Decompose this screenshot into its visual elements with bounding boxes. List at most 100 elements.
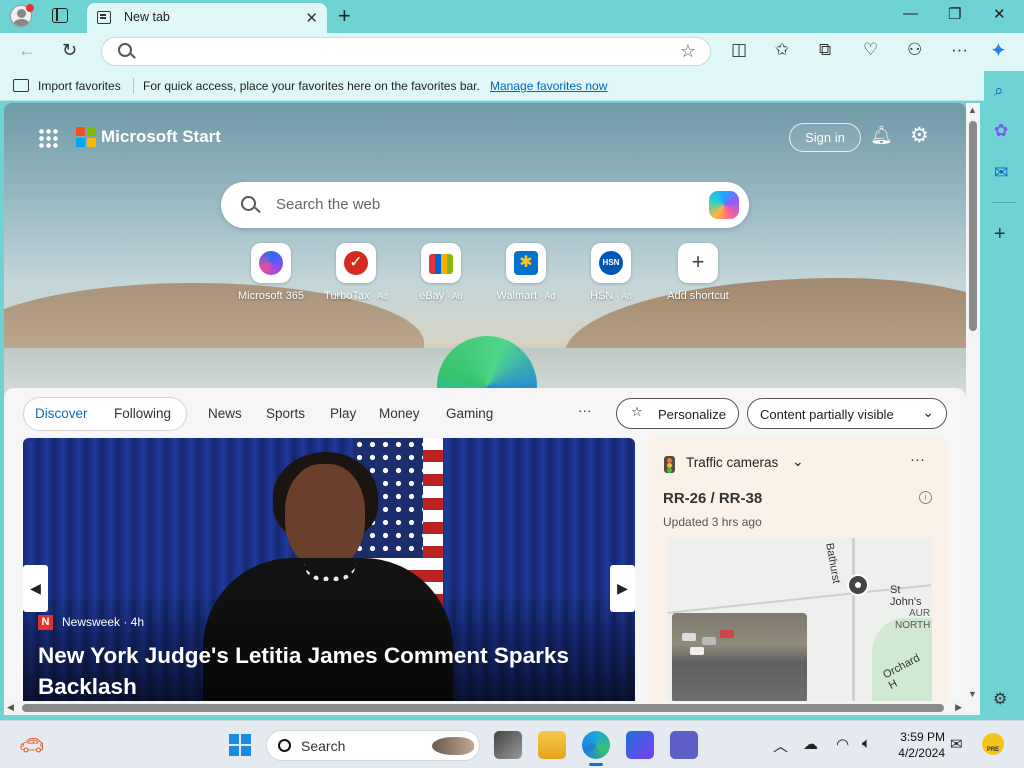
sign-in-button[interactable]: Sign in [789,123,861,152]
copilot-icon[interactable]: ✦ [990,38,1007,63]
favorites-icon[interactable]: ✩ [775,40,789,60]
hero-news-card[interactable]: ◀ ▶ N Newsweek · 4h New York Judge's Let… [23,438,635,701]
collections-icon[interactable]: ⧉ [819,40,831,60]
traffic-light-icon [664,456,675,473]
weather-widget-icon[interactable]: 🚗︎ [19,733,44,758]
map-label: St John's [890,584,922,608]
shortcut-label: Microsoft 365 [237,290,305,302]
sidebar-copilot-icon[interactable]: ✿ [994,121,1008,141]
tab-discover[interactable]: Discover [35,406,88,421]
scroll-up-icon[interactable]: ▲ [968,105,977,115]
favorite-star-icon[interactable]: ☆ [680,41,696,62]
more-icon[interactable]: ··· [951,40,968,60]
traffic-camera-image[interactable] [672,613,807,701]
vertical-scroll-thumb[interactable] [969,121,977,331]
address-bar[interactable]: ☆ [101,37,711,66]
shortcut-label: eBay [419,290,445,302]
import-favorites-icon[interactable] [13,79,29,92]
shortcut-walmart[interactable]: ✱ Walmart · Ad [481,243,571,302]
sidebar-settings-icon[interactable]: ⚙ [993,689,1007,709]
split-screen-icon[interactable]: ◫ [731,40,747,60]
brand-title[interactable]: Microsoft Start [101,127,221,147]
hsn-logo-icon: HSN [599,251,623,275]
browser-essentials-icon[interactable]: ♡ [863,40,878,60]
more-icon[interactable]: ··· [910,451,925,468]
taskbar-search-box[interactable]: Search [266,730,480,761]
sidebar-outlook-icon[interactable]: ✉ [994,163,1008,183]
back-icon[interactable]: ← [18,40,36,61]
scroll-left-icon[interactable]: ◀ [7,702,14,713]
previous-arrow-icon[interactable]: ◀ [23,565,48,612]
preview-badge-icon[interactable]: PRE [982,733,1004,755]
copilot-icon[interactable] [709,191,739,219]
card-title[interactable]: Traffic cameras [686,455,778,470]
refresh-icon[interactable]: ↻ [62,40,77,61]
info-icon[interactable]: i [919,491,932,504]
next-arrow-icon[interactable]: ▶ [610,565,635,612]
scroll-down-icon[interactable]: ▼ [968,689,977,699]
teams-icon[interactable] [670,731,698,759]
camera-pin-icon[interactable] [847,574,869,596]
article-headline[interactable]: New York Judge's Letitia James Comment S… [38,640,598,701]
clock-date: 4/2/2024 [898,746,945,760]
shortcut-microsoft-365[interactable]: Microsoft 365 [226,243,316,302]
extensions-icon[interactable]: ⚇ [907,40,922,60]
import-favorites-button[interactable]: Import favorites [38,79,121,93]
horizontal-scrollbar[interactable]: ◀ ▶ [4,701,980,715]
bell-icon[interactable]: 🔔︎ [870,125,893,146]
chevron-down-icon[interactable]: ⌄ [792,453,804,470]
add-tab-icon[interactable]: + [338,3,351,29]
file-explorer-icon[interactable] [538,731,566,759]
map-label: NORTH [895,620,931,631]
active-app-indicator [589,763,603,766]
windows-taskbar: 🚗︎ Search ︿ ☁ ◠ 🔈︎ 3:59 PM 4/2/2024 ✉ PR… [0,720,1024,768]
search-placeholder: Search the web [276,196,381,213]
tab-following[interactable]: Following [114,406,171,421]
tab-sports[interactable]: Sports [266,406,305,421]
edge-sidebar: ⌕ ✿ ✉ + [984,71,1024,721]
sidebar-add-icon[interactable]: + [994,223,1006,246]
web-search-box[interactable]: Search the web [221,182,749,228]
tab-money[interactable]: Money [379,406,420,421]
new-tab-page-icon [97,11,111,24]
close-tab-icon[interactable]: ✕ [305,9,318,27]
shortcut-ebay[interactable]: eBay · Ad [396,243,486,302]
wifi-icon[interactable]: ◠ [836,735,849,753]
sidebar-search-icon[interactable]: ⌕ [994,81,1004,101]
personalize-button[interactable]: ☆ Personalize [616,398,739,429]
clock-time: 3:59 PM [900,730,945,744]
restore-icon[interactable]: ❐ [948,5,961,23]
windows-start-icon[interactable] [229,734,251,756]
shortcut-hsn[interactable]: HSN HSN · Ad [566,243,656,302]
divider [133,78,134,94]
tab-gaming[interactable]: Gaming [446,406,493,421]
notifications-icon[interactable]: ✉ [950,735,963,753]
network-icon[interactable]: ☁ [803,735,818,753]
microsoft-store-icon[interactable] [626,731,654,759]
tab-actions-icon[interactable] [52,8,68,23]
ebay-bag-icon [429,254,453,274]
task-view-icon[interactable] [494,731,522,759]
manage-favorites-link[interactable]: Manage favorites now [490,79,607,93]
shortcut-turbotax[interactable]: ✓ TurboTax · Ad [311,243,401,302]
updated-time: Updated 3 hrs ago [663,515,762,529]
volume-icon[interactable]: 🔈︎ [862,735,871,752]
close-window-icon[interactable]: ✕ [993,5,1006,23]
tab-news[interactable]: News [208,406,242,421]
apps-icon[interactable] [38,128,58,148]
scroll-right-icon[interactable]: ▶ [955,702,962,713]
ad-tag: · Ad [613,291,632,301]
gear-icon[interactable]: ⚙ [910,123,929,148]
traffic-map[interactable]: Bathurst St John's AUR NORTH Orchard H [667,538,932,701]
content-visibility-dropdown[interactable]: Content partially visible ⌄ [747,398,947,429]
system-clock[interactable]: 3:59 PM 4/2/2024 [893,729,945,761]
shortcut-add[interactable]: + Add shortcut [653,243,743,302]
minimize-icon[interactable]: — [903,5,918,22]
tab-new-tab[interactable]: New tab ✕ [87,3,327,33]
edge-icon[interactable] [582,731,610,759]
more-tabs-button[interactable]: ··· [578,403,592,418]
chevron-up-icon[interactable]: ︿ [773,735,788,756]
tab-play[interactable]: Play [330,406,356,421]
horizontal-scroll-thumb[interactable] [22,704,944,712]
vertical-scrollbar[interactable]: ▲ ▼ [966,103,980,701]
